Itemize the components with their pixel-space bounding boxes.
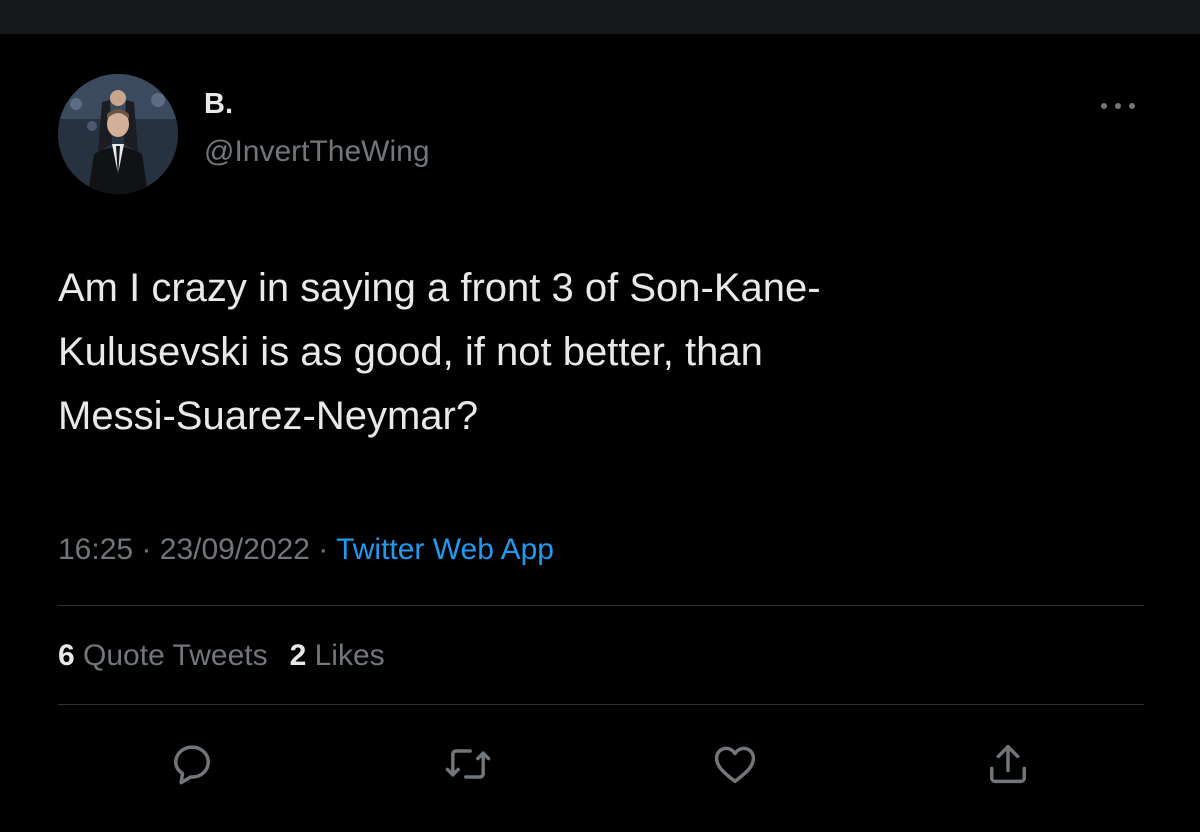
tweet-text-line: Am I crazy in saying a front 3 of Son-Ka… (58, 266, 821, 310)
more-options-button[interactable] (1094, 88, 1142, 124)
tweet-source-link[interactable]: Twitter Web App (336, 533, 554, 566)
quote-tweets-label: Quote Tweets (83, 639, 268, 672)
avatar[interactable] (58, 74, 178, 194)
divider (58, 605, 1144, 606)
retweet-button[interactable] (436, 736, 500, 792)
tweet-text-line: Kulusevski is as good, if not better, th… (58, 330, 763, 374)
like-button[interactable] (703, 736, 767, 792)
likes-label: Likes (314, 639, 385, 672)
tweet-date[interactable]: 23/09/2022 (160, 533, 310, 566)
tweet-time[interactable]: 16:25 (58, 533, 133, 566)
share-button[interactable] (976, 736, 1040, 792)
divider (58, 704, 1144, 705)
heart-icon (714, 746, 756, 784)
retweet-icon (445, 749, 491, 779)
more-horizontal-icon (1101, 103, 1135, 109)
reply-button[interactable] (160, 736, 224, 792)
likes-stat[interactable]: 2 Likes (290, 639, 385, 672)
meta-separator: · (318, 533, 329, 566)
author-display-name[interactable]: B. (204, 86, 233, 122)
likes-count: 2 (289, 639, 307, 672)
tweet-text: Am I crazy in saying a front 3 of Son-Ka… (58, 256, 1148, 448)
top-bar (0, 0, 1200, 34)
meta-separator: · (141, 533, 152, 566)
author-handle[interactable]: @InvertTheWing (204, 134, 430, 170)
tweet-text-line: Messi-Suarez-Neymar? (58, 394, 479, 438)
share-icon (990, 744, 1026, 784)
avatar-photo (58, 74, 178, 194)
tweet-metadata: 16:25 · 23/09/2022 · Twitter Web App (58, 530, 554, 570)
quote-tweets-stat[interactable]: 6 Quote Tweets (58, 639, 268, 672)
reply-bubble-icon (174, 745, 210, 785)
tweet-stats: 6 Quote Tweets 2 Likes (58, 636, 407, 676)
quote-tweets-count: 6 (58, 639, 75, 672)
